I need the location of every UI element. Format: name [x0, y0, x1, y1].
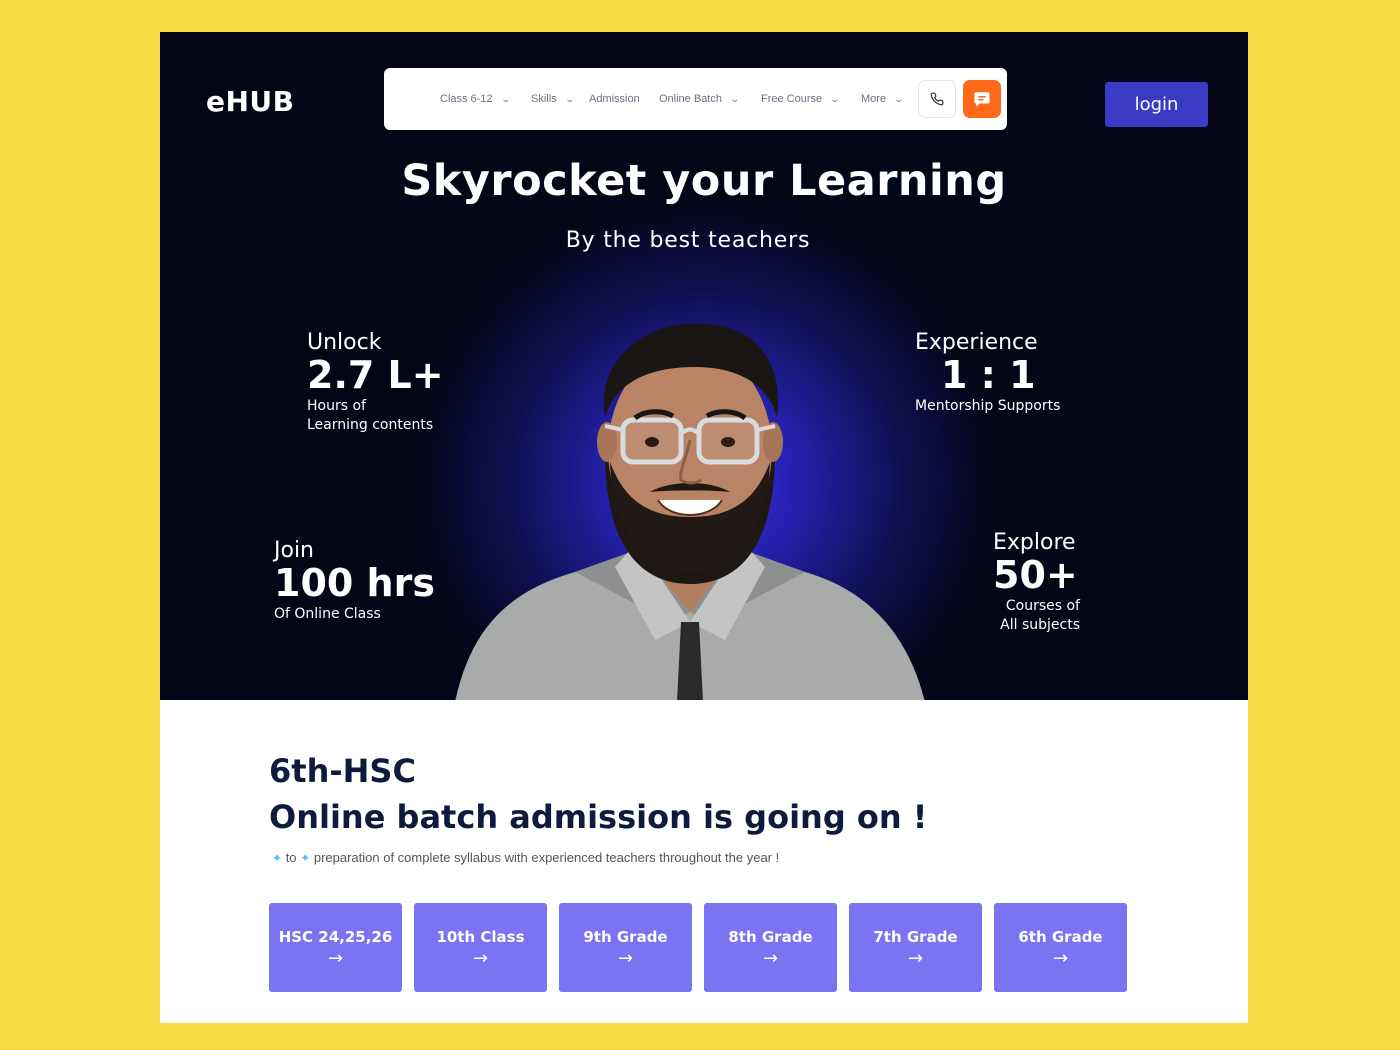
- arrow-right-icon: →: [472, 947, 489, 969]
- grade-button-10th[interactable]: 10th Class →: [414, 903, 547, 992]
- stat-desc: Courses of: [1005, 597, 1080, 614]
- stat-value: 1 : 1: [941, 353, 1036, 397]
- stat-desc: Learning contents: [307, 416, 434, 433]
- grade-button-7th[interactable]: 7th Grade →: [849, 903, 982, 992]
- grade-label: 7th Grade: [873, 927, 958, 946]
- arrow-right-icon: →: [617, 947, 634, 969]
- sparkle-icon: ✦: [300, 851, 311, 865]
- stat-label: Explore: [993, 530, 1076, 555]
- stat-desc: Of Online Class: [274, 605, 381, 622]
- grade-label: 9th Grade: [583, 927, 668, 946]
- nav-item-more[interactable]: More ⌄: [861, 93, 904, 105]
- nav-label: Skills: [531, 93, 557, 105]
- grade-label: HSC 24,25,26: [278, 927, 393, 946]
- chat-icon: [974, 92, 990, 107]
- nav-label: Admission: [589, 93, 640, 105]
- page-frame: eHUB Class 6-12 ⌄ Skills ⌄ Admission Onl…: [160, 32, 1248, 1023]
- stat-desc: Hours of: [307, 397, 366, 414]
- arrow-right-icon: →: [1052, 947, 1069, 969]
- nav-item-class-6-12[interactable]: Class 6-12 ⌄: [440, 93, 511, 105]
- hero-title: Skyrocket your Learning: [401, 156, 1007, 206]
- tagline-text: preparation of complete syllabus with ex…: [313, 850, 780, 865]
- admission-tagline: ✦ to ✦ preparation of complete syllabus …: [272, 850, 779, 865]
- grade-button-8th[interactable]: 8th Grade →: [704, 903, 837, 992]
- chevron-down-icon: ⌄: [729, 93, 740, 104]
- nav-item-free-course[interactable]: Free Course ⌄: [761, 93, 840, 105]
- nav-label: Online Batch: [659, 93, 722, 105]
- nav-label: Class 6-12: [440, 93, 493, 105]
- stat-value: 2.7 L+: [307, 353, 444, 397]
- phone-icon: [930, 92, 944, 106]
- stat-explore: Explore 50+ Courses of All subjects: [993, 530, 1080, 635]
- nav-item-online-batch[interactable]: Online Batch ⌄: [659, 93, 740, 105]
- hero-section: eHUB Class 6-12 ⌄ Skills ⌄ Admission Onl…: [160, 32, 1248, 700]
- stat-desc: All subjects: [1000, 616, 1080, 633]
- chevron-down-icon: ⌄: [830, 93, 840, 104]
- chat-button[interactable]: [963, 80, 1001, 118]
- admission-title-grade-range: 6th-HSC: [269, 752, 416, 790]
- grade-label: 6th Grade: [1018, 927, 1103, 946]
- hero-subtitle: By the best teachers: [565, 228, 811, 253]
- stat-join: Join 100 hrs Of Online Class: [274, 538, 435, 624]
- teacher-photo: [455, 323, 925, 700]
- stat-label: Experience: [915, 330, 1038, 355]
- chevron-down-icon: ⌄: [564, 93, 575, 104]
- grade-label: 8th Grade: [728, 927, 813, 946]
- stat-desc: Mentorship Supports: [915, 397, 1061, 414]
- grade-button-9th[interactable]: 9th Grade →: [559, 903, 692, 992]
- arrow-right-icon: →: [907, 947, 924, 969]
- main-navbar: Class 6-12 ⌄ Skills ⌄ Admission Online B…: [384, 68, 1007, 130]
- stat-label: Join: [274, 538, 315, 563]
- nav-label: More: [861, 93, 887, 105]
- phone-button[interactable]: [918, 80, 956, 118]
- nav-label: Free Course: [761, 93, 823, 105]
- tagline-to: to: [285, 850, 297, 865]
- chevron-down-icon: ⌄: [893, 93, 904, 104]
- chevron-down-icon: ⌄: [500, 93, 511, 104]
- brand-logo[interactable]: eHUB: [206, 85, 295, 118]
- nav-item-skills[interactable]: Skills ⌄: [531, 93, 575, 105]
- stat-experience: Experience 1 : 1 Mentorship Supports: [915, 330, 1060, 416]
- grade-button-hsc[interactable]: HSC 24,25,26 →: [269, 903, 402, 992]
- sparkle-icon: ✦: [272, 851, 283, 865]
- stat-value: 50+: [993, 553, 1078, 597]
- stat-value: 100 hrs: [274, 561, 435, 605]
- grade-button-6th[interactable]: 6th Grade →: [994, 903, 1127, 992]
- grade-label: 10th Class: [436, 927, 525, 946]
- stat-label: Unlock: [307, 330, 382, 355]
- arrow-right-icon: →: [327, 947, 344, 969]
- stat-unlock: Unlock 2.7 L+ Hours of Learning contents: [307, 330, 444, 435]
- login-button[interactable]: login: [1105, 82, 1208, 127]
- nav-item-admission[interactable]: Admission: [589, 93, 640, 105]
- admission-title: Online batch admission is going on !: [269, 798, 928, 836]
- arrow-right-icon: →: [762, 947, 779, 969]
